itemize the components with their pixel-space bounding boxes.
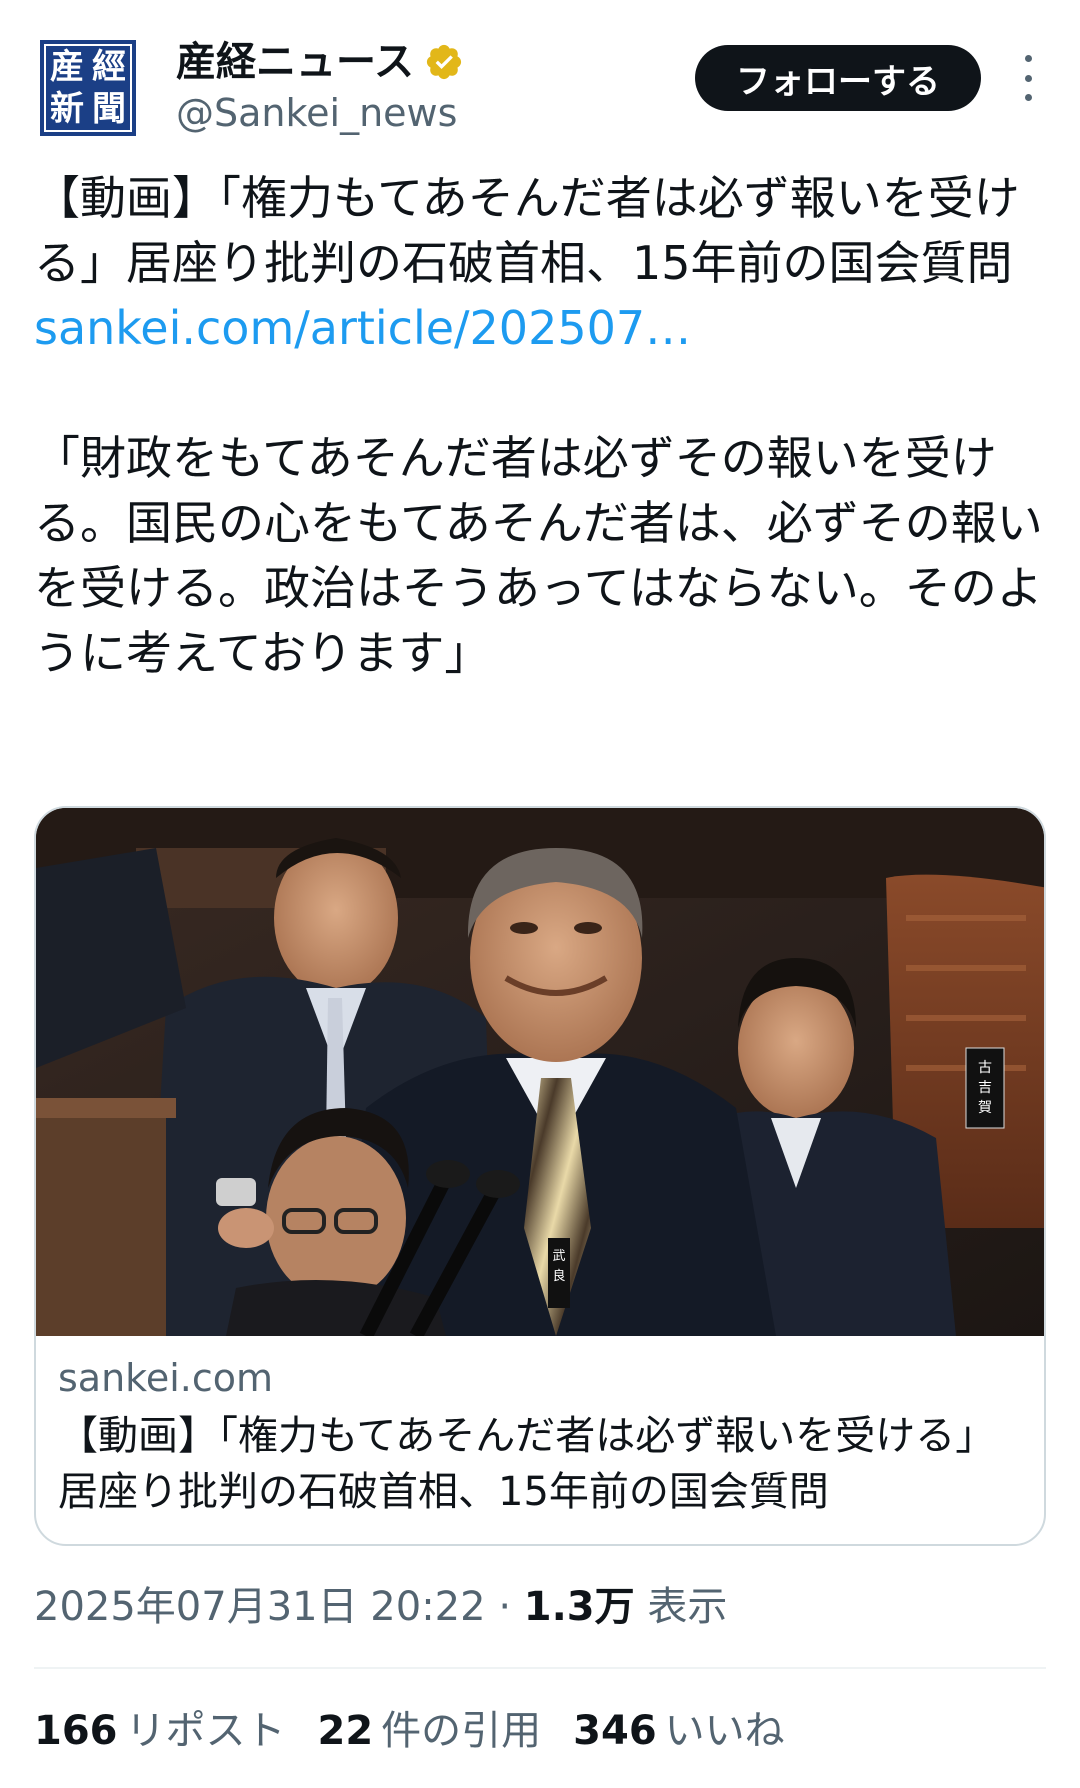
reposts-label: リポスト	[125, 1708, 286, 1754]
card-domain: sankei.com	[58, 1356, 273, 1400]
likes-stat[interactable]: 346 いいね	[573, 1705, 785, 1757]
tweet-header: 産 經 新 聞 産経ニュース @Sankei_news フォローする	[0, 0, 1080, 150]
quotes-count: 22	[317, 1708, 374, 1754]
display-name[interactable]: 産経ニュース	[176, 38, 414, 86]
reposts-count: 166	[34, 1708, 118, 1754]
views-label: 表示	[647, 1584, 728, 1630]
svg-text:良: 良	[552, 1268, 565, 1284]
logo-char: 聞	[92, 89, 126, 129]
card-photo: 古 吉 賀 武 良	[36, 808, 1044, 1336]
logo-char: 産	[50, 47, 84, 87]
card-title: 【動画】「権力もてあそんだ者は必ず報いを受ける」居座り批判の石破首相、15年前の…	[58, 1413, 996, 1515]
timestamp[interactable]: 2025年07月31日 20:22	[34, 1584, 486, 1630]
tweet-headline: 【動画】「権力もてあそんだ者は必ず報いを受ける」居座り批判の石破首相、15年前の…	[34, 171, 1020, 290]
article-link[interactable]: sankei.com/article/202507…	[34, 301, 691, 355]
more-options-icon[interactable]	[1010, 55, 1046, 101]
quotes-stat[interactable]: 22 件の引用	[318, 1705, 542, 1757]
verified-badge-icon	[426, 44, 462, 80]
speaker-placard-text: 武	[552, 1249, 565, 1264]
nameplate-text: 古	[978, 1060, 992, 1076]
views-count: 1.3万	[523, 1584, 635, 1630]
link-card[interactable]: 古 吉 賀 武 良 sankei.com 【動画】「権力もてあそんだ者は必ず報い…	[34, 806, 1046, 1546]
tweet-meta: 2025年07月31日 20:22 · 1.3万 表示	[34, 1582, 727, 1632]
logo-char: 新	[50, 89, 84, 129]
avatar[interactable]: 産 經 新 聞	[40, 40, 136, 136]
dot	[1024, 74, 1032, 82]
dot	[1024, 94, 1032, 101]
svg-text:吉: 吉	[978, 1080, 992, 1096]
likes-label: いいね	[664, 1708, 785, 1754]
logo-char: 經	[92, 47, 126, 87]
dot	[1024, 55, 1032, 62]
engagement-stats: 166 リポスト 22 件の引用 346 いいね	[34, 1705, 817, 1757]
name-row: 産経ニュース	[176, 38, 464, 86]
tweet-body: 【動画】「権力もてあそんだ者は必ず報いを受ける」居座り批判の石破首相、15年前の…	[34, 166, 1044, 686]
divider	[34, 1667, 1046, 1669]
reposts-stat[interactable]: 166 リポスト	[34, 1705, 286, 1757]
svg-text:賀: 賀	[978, 1100, 992, 1116]
sankei-logo: 産 經 新 聞	[44, 44, 132, 132]
meta-separator: ·	[498, 1584, 512, 1630]
card-image[interactable]: 古 吉 賀 武 良	[36, 808, 1044, 1336]
likes-count: 346	[573, 1708, 657, 1754]
quotes-label: 件の引用	[381, 1708, 542, 1754]
tweet-quote: 「財政をもてあそんだ者は必ずその報いを受ける。国民の心をもてあそんだ者は、必ずそ…	[34, 431, 1043, 680]
account-handle[interactable]: @Sankei_news	[176, 90, 457, 136]
follow-button[interactable]: フォローする	[695, 45, 981, 111]
